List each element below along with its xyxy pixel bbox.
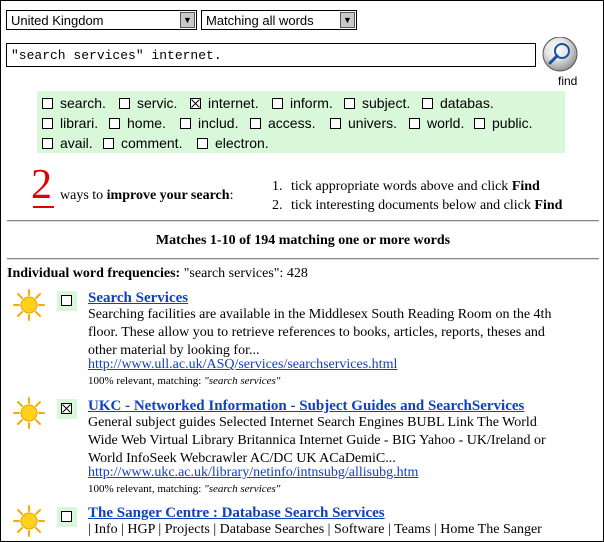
divider: [7, 220, 599, 222]
find-label: find: [558, 74, 578, 88]
result-checkbox-wrap: [57, 291, 77, 311]
word-checkbox[interactable]: [197, 137, 208, 149]
word-checkbox[interactable]: [180, 117, 191, 129]
word-checkbox[interactable]: [109, 117, 120, 129]
word-option[interactable]: univers.: [330, 114, 397, 132]
result-description: General subject guides Selected Internet…: [88, 415, 546, 466]
word-checkbox[interactable]: [119, 97, 130, 109]
result-checkbox-wrap: [57, 507, 77, 527]
word-checkbox[interactable]: [42, 137, 53, 149]
result-item: UKC - Networked Information - Subject Gu…: [9, 397, 599, 497]
word-checkbox[interactable]: [250, 117, 261, 129]
word-option[interactable]: databas.: [422, 94, 494, 112]
word-option[interactable]: electron.: [197, 134, 269, 152]
tips-heading: ways to improve your search:: [60, 188, 234, 203]
word-option[interactable]: includ.: [180, 114, 238, 132]
result-title-link[interactable]: UKC - Networked Information - Subject Gu…: [88, 398, 524, 415]
tips-steps: 1. tick appropriate words above and click…: [272, 177, 562, 215]
word-checkbox[interactable]: [409, 117, 420, 129]
sun-icon: [13, 505, 45, 537]
result-description: | Info | HGP | Projects | Database Searc…: [88, 522, 542, 537]
result-relevance: 100% relevant, matching: "search service…: [88, 483, 281, 495]
word-option[interactable]: comment.: [103, 134, 182, 152]
chevron-down-icon[interactable]: ▼: [180, 12, 195, 28]
result-url-link[interactable]: http://www.ukc.ac.uk/library/netinfo/int…: [88, 465, 418, 481]
word-frequencies: Individual word frequencies: "search ser…: [7, 266, 308, 281]
word-option[interactable]: avail.: [42, 134, 93, 152]
sun-icon: [13, 289, 45, 321]
result-item: The Sanger Centre : Database Search Serv…: [9, 505, 599, 541]
search-input[interactable]: [6, 43, 536, 67]
country-select-value: United Kingdom: [11, 13, 104, 28]
tips-count-underline: [33, 206, 54, 208]
chevron-down-icon[interactable]: ▼: [340, 12, 355, 28]
result-checkbox[interactable]: [61, 403, 72, 414]
find-button[interactable]: find: [541, 37, 581, 88]
word-option[interactable]: search.: [42, 94, 106, 112]
word-option[interactable]: home.: [109, 114, 166, 132]
word-option[interactable]: librari.: [42, 114, 98, 132]
matches-summary: Matches 1-10 of 194 matching one or more…: [155, 233, 451, 248]
word-option[interactable]: inform.: [272, 94, 333, 112]
divider: [7, 258, 599, 260]
country-select[interactable]: United Kingdom ▼: [6, 10, 197, 30]
result-item: Search Services Searching facilities are…: [9, 289, 599, 389]
word-option[interactable]: access.: [250, 114, 315, 132]
result-url-link[interactable]: http://www.ull.ac.uk/ASQ/services/search…: [88, 357, 397, 373]
word-checkbox[interactable]: [103, 137, 114, 149]
word-option[interactable]: internet.: [190, 94, 259, 112]
result-checkbox[interactable]: [61, 295, 72, 306]
search-page: United Kingdom ▼ Matching all words ▼ fi…: [0, 0, 604, 542]
word-option[interactable]: public.: [474, 114, 532, 132]
tip-step: 1. tick appropriate words above and click…: [272, 179, 540, 194]
word-checkbox[interactable]: [42, 117, 53, 129]
result-title-link[interactable]: The Sanger Centre : Database Search Serv…: [88, 505, 385, 522]
word-checkbox[interactable]: [330, 117, 341, 129]
magnifier-icon[interactable]: [541, 37, 581, 75]
result-title-link[interactable]: Search Services: [88, 290, 188, 307]
word-checkbox[interactable]: [474, 117, 485, 129]
word-checkbox[interactable]: [422, 97, 433, 109]
match-mode-value: Matching all words: [206, 13, 314, 28]
result-checkbox[interactable]: [61, 511, 72, 522]
tip-step: 2. tick interesting documents below and c…: [272, 198, 563, 213]
result-description: Searching facilities are available in th…: [88, 307, 552, 358]
sun-icon: [13, 397, 45, 429]
word-checkbox-panel: search. servic. internet. inform. subjec…: [37, 91, 565, 153]
word-checkbox[interactable]: [344, 97, 355, 109]
result-checkbox-wrap: [57, 399, 77, 419]
result-relevance: 100% relevant, matching: "search service…: [88, 375, 281, 387]
word-checkbox[interactable]: [272, 97, 283, 109]
tips-count: 2: [31, 162, 52, 208]
word-option[interactable]: world.: [409, 114, 464, 132]
word-option[interactable]: servic.: [119, 94, 177, 112]
match-mode-select[interactable]: Matching all words ▼: [201, 10, 357, 30]
word-checkbox[interactable]: [190, 97, 201, 109]
word-checkbox[interactable]: [42, 97, 53, 109]
word-option[interactable]: subject.: [344, 94, 410, 112]
